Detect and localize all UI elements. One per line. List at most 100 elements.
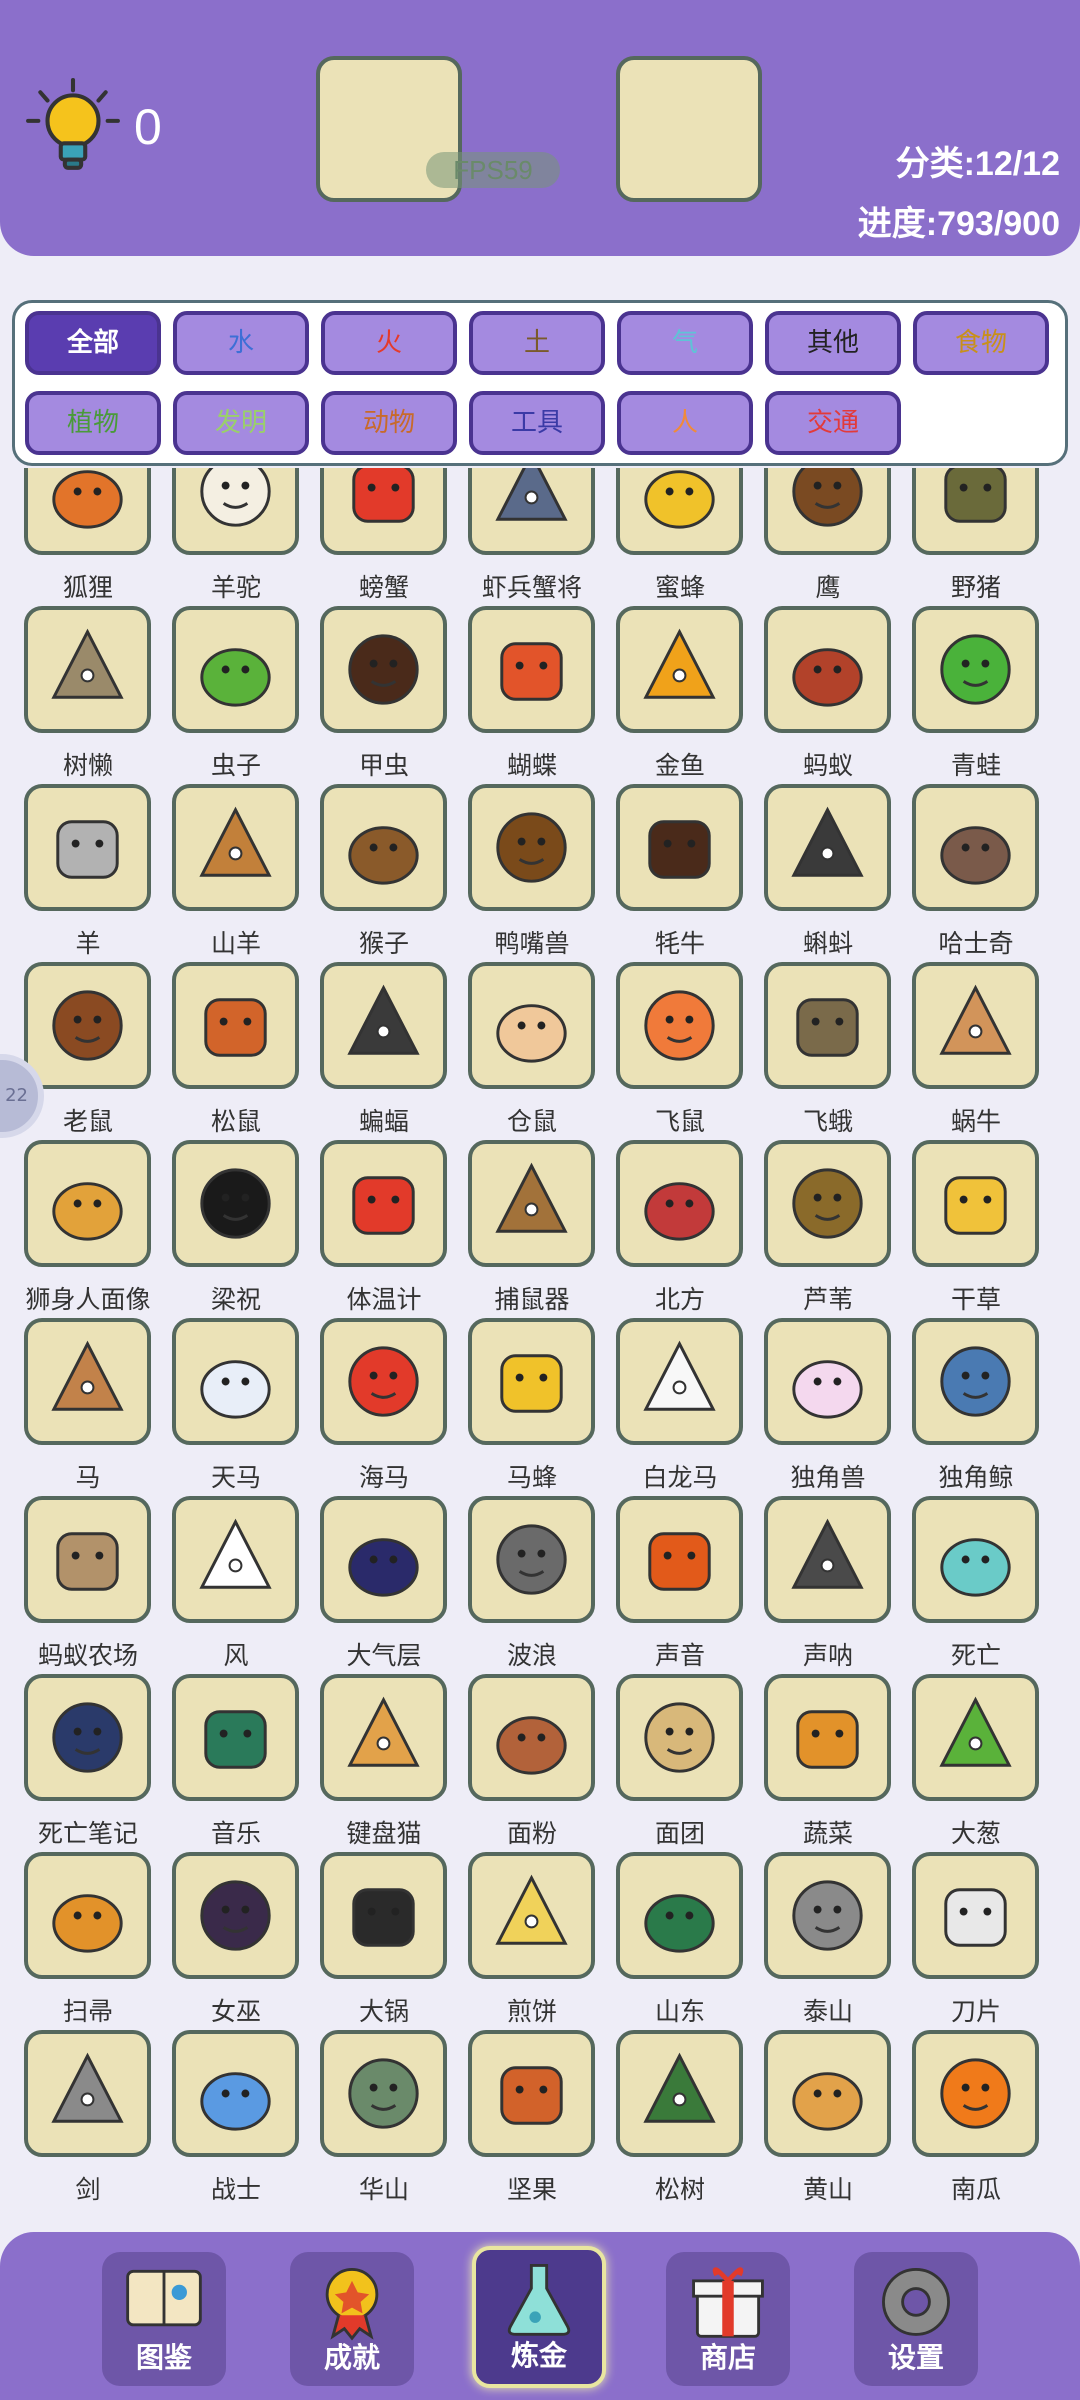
element-tile[interactable] [320,1140,447,1267]
element-tile[interactable] [912,1674,1039,1801]
element-tile[interactable] [468,1496,595,1623]
element-tile[interactable] [172,1140,299,1267]
element-tile[interactable] [468,1674,595,1801]
category-tab-11[interactable]: 人 [617,391,753,455]
element-label: 死亡笔记 [37,1819,138,1848]
nav-flask[interactable]: 炼金 [472,2246,606,2388]
element-tile[interactable] [616,1496,743,1623]
element-tile[interactable] [172,606,299,733]
nav-medal[interactable]: 成就 [290,2252,414,2386]
element-tile[interactable] [616,1674,743,1801]
element-tile[interactable] [320,1496,447,1623]
element-tile[interactable] [172,1318,299,1445]
element-tile[interactable] [468,1852,595,1979]
element-tile[interactable] [320,606,447,733]
element-tile[interactable] [616,606,743,733]
category-tab-4[interactable]: 气 [617,311,753,375]
element-label: 蝴蝶 [506,751,557,780]
element-tile[interactable] [468,962,595,1089]
element-tile[interactable] [320,2030,447,2157]
element-tile[interactable] [24,606,151,733]
category-tab-9[interactable]: 动物 [321,391,457,455]
element-tile[interactable] [468,1318,595,1445]
element-tile[interactable] [912,1318,1039,1445]
element-tile[interactable] [616,2030,743,2157]
element-tile[interactable] [172,468,299,555]
element-tile[interactable] [764,1140,891,1267]
nav-gear[interactable]: 设置 [854,2252,978,2386]
element-tile[interactable] [912,1496,1039,1623]
element-tile[interactable] [320,1674,447,1801]
element-tile[interactable] [468,1140,595,1267]
element-tile[interactable] [764,1852,891,1979]
element-tile[interactable] [764,468,891,555]
element-tile[interactable] [616,1318,743,1445]
element-tile[interactable] [320,962,447,1089]
category-tab-8[interactable]: 发明 [173,391,309,455]
category-tab-7[interactable]: 植物 [25,391,161,455]
element-tile[interactable] [320,784,447,911]
element-label: 蚂蚁 [802,751,853,780]
element-tile[interactable] [468,784,595,911]
element-tile[interactable] [764,784,891,911]
element-label: 虫子 [210,751,261,780]
element-tile[interactable] [912,2030,1039,2157]
element-tile[interactable] [468,606,595,733]
category-tab-12[interactable]: 交通 [765,391,901,455]
element-tile[interactable] [912,784,1039,911]
category-tab-5[interactable]: 其他 [765,311,901,375]
nav-gift[interactable]: 商店 [666,2252,790,2386]
element-label: 蜗牛 [950,1107,1001,1136]
element-tile[interactable] [24,1318,151,1445]
element-tile[interactable] [912,606,1039,733]
element-label: 剑 [75,2175,101,2204]
element-tile[interactable] [320,1852,447,1979]
hint-bulb-icon[interactable] [22,76,124,178]
element-tile[interactable] [172,2030,299,2157]
element-tile[interactable] [24,784,151,911]
element-tile[interactable] [912,962,1039,1089]
element-tile[interactable] [912,1852,1039,1979]
element-tile[interactable] [24,1852,151,1979]
element-tile[interactable] [172,1852,299,1979]
element-tile[interactable] [24,1674,151,1801]
element-tile[interactable] [616,784,743,911]
element-tile[interactable] [764,2030,891,2157]
combine-slot-right[interactable] [616,56,762,202]
element-tile[interactable] [24,1140,151,1267]
element-tile[interactable] [764,1496,891,1623]
element-tile[interactable] [468,468,595,555]
nav-book[interactable]: 图鉴 [102,2252,226,2386]
element-tile[interactable] [764,962,891,1089]
element-tile[interactable] [468,2030,595,2157]
element-tile[interactable] [320,1318,447,1445]
element-label: 松鼠 [210,1107,261,1136]
element-tile[interactable] [320,468,447,555]
element-tile[interactable] [912,1140,1039,1267]
element-tile[interactable] [616,1852,743,1979]
element-tile[interactable] [616,962,743,1089]
category-tab-2[interactable]: 火 [321,311,457,375]
element-tile[interactable] [764,606,891,733]
category-tab-3[interactable]: 土 [469,311,605,375]
element-tile[interactable] [24,1496,151,1623]
element-tile[interactable] [616,1140,743,1267]
element-tile[interactable] [912,468,1039,555]
element-tile[interactable] [172,784,299,911]
element-tile[interactable] [764,1318,891,1445]
element-tile[interactable] [764,1674,891,1801]
element-label: 蚂蚁农场 [37,1641,138,1670]
category-tab-10[interactable]: 工具 [469,391,605,455]
element-tile[interactable] [172,1674,299,1801]
element-tile[interactable] [172,962,299,1089]
category-tab-0[interactable]: 全部 [25,311,161,375]
element-label: 鹰 [815,573,841,602]
element-tile[interactable] [24,468,151,555]
element-tile[interactable] [616,468,743,555]
element-tile[interactable] [24,962,151,1089]
element-tile[interactable] [24,2030,151,2157]
element-label: 蝌蚪 [802,929,853,958]
category-tab-1[interactable]: 水 [173,311,309,375]
element-tile[interactable] [172,1496,299,1623]
category-tab-6[interactable]: 食物 [913,311,1049,375]
